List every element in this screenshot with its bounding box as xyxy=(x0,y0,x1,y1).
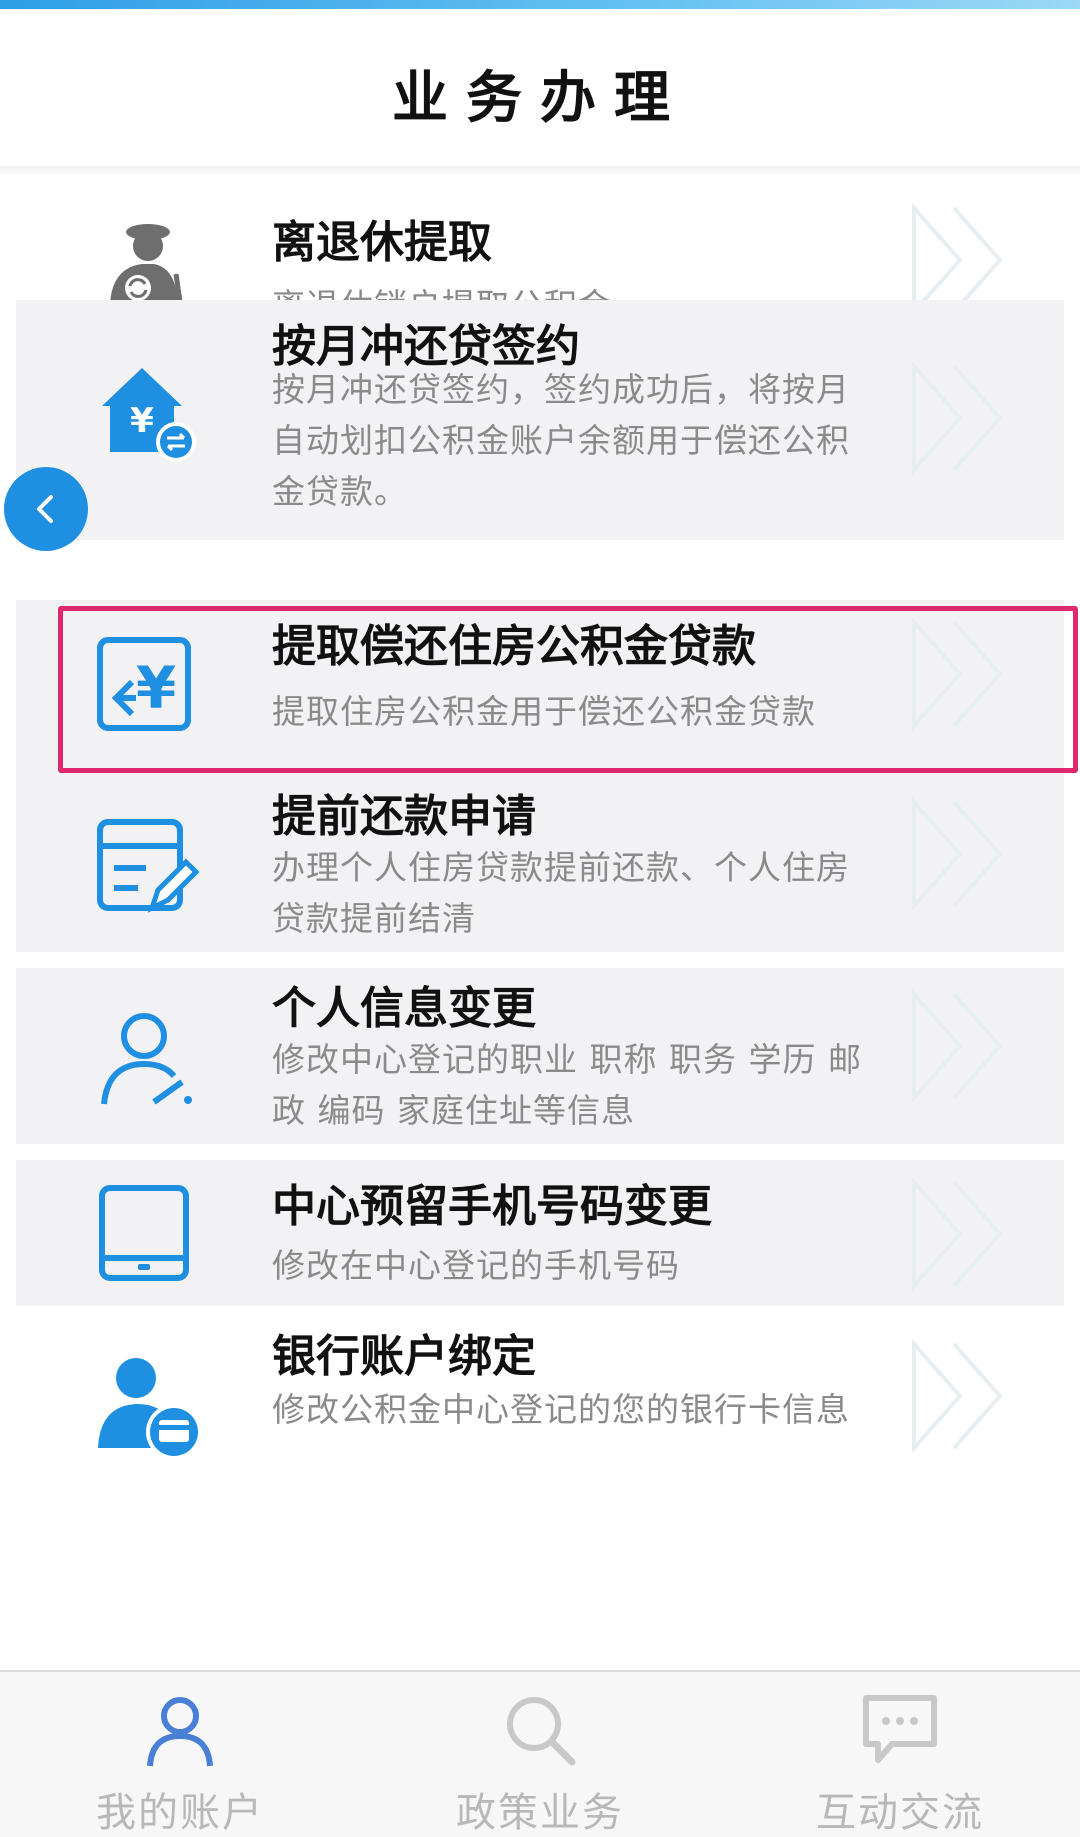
service-item-early-repayment[interactable]: 提前还款申请 办理个人住房贷款提前还款、个人住房贷款提前结清 xyxy=(0,776,1080,952)
service-item-phone-change[interactable]: 中心预留手机号码变更 修改在中心登记的手机号码 xyxy=(0,1160,1080,1306)
chat-icon xyxy=(860,1690,940,1770)
form-pencil-icon xyxy=(92,812,202,922)
svg-text:¥: ¥ xyxy=(130,401,154,441)
yuan-return-icon: ¥ xyxy=(92,630,202,740)
service-title: 提取偿还住房公积金贷款 xyxy=(272,621,756,672)
header: 业务办理 xyxy=(0,9,1080,169)
service-item-bank-account-binding[interactable]: 银行账户绑定 修改公积金中心登记的您的银行卡信息 xyxy=(0,1306,1080,1482)
tab-label: 我的账户 xyxy=(96,1790,264,1836)
service-title: 银行账户绑定 xyxy=(272,1331,536,1382)
app-screen: 业务办理 离退休提取 离退休销户提取公积金 xyxy=(0,0,1080,1837)
service-description: 修改公积金中心登记的您的银行卡信息 xyxy=(272,1390,850,1429)
chevron-left-icon xyxy=(37,495,53,523)
user-card-icon xyxy=(92,1350,202,1460)
top-accent-stripe xyxy=(0,0,1080,9)
service-title: 中心预留手机号码变更 xyxy=(272,1181,712,1232)
user-icon xyxy=(140,1690,220,1770)
service-title: 个人信息变更 xyxy=(272,983,536,1034)
service-title: 提前还款申请 xyxy=(272,791,536,842)
svg-text:¥: ¥ xyxy=(136,654,176,722)
service-description: 修改中心登记的职业 职称 职务 学历 邮政 编码 家庭住址等信息 xyxy=(272,1040,862,1130)
service-description: 修改在中心登记的手机号码 xyxy=(272,1246,680,1285)
chevron-right-icon xyxy=(906,1336,1016,1456)
chevron-right-icon xyxy=(906,614,1016,734)
header-divider xyxy=(0,166,1080,174)
tab-policy-business[interactable]: 政策业务 xyxy=(360,1672,720,1837)
search-icon xyxy=(500,1690,580,1770)
tab-my-account[interactable]: 我的账户 xyxy=(0,1672,360,1837)
bottom-tab-bar: 我的账户 政策业务 互动交流 xyxy=(0,1670,1080,1837)
back-button[interactable] xyxy=(4,467,88,551)
service-description: 提取住房公积金用于偿还公积金贷款 xyxy=(272,692,816,731)
service-item-retirement-withdrawal[interactable]: 离退休提取 离退休销户提取公积金 xyxy=(0,174,1080,325)
chevron-right-icon xyxy=(906,1174,1016,1294)
service-item-withdraw-repay-loan[interactable]: ¥ 提取偿还住房公积金贷款 提取住房公积金用于偿还公积金贷款 xyxy=(0,600,1080,776)
service-item-personal-info-change[interactable]: 个人信息变更 修改中心登记的职业 职称 职务 学历 邮政 编码 家庭住址等信息 xyxy=(0,968,1080,1144)
service-item-monthly-repayment[interactable]: ¥ 按月冲还贷签约 按月冲还贷签约，签约成功后，将按月自动划扣公积金账户余额用于… xyxy=(0,300,1080,540)
service-description: 办理个人住房贷款提前还款、个人住房贷款提前结清 xyxy=(272,848,850,938)
chevron-right-icon xyxy=(906,794,1016,914)
tab-label: 互动交流 xyxy=(816,1790,984,1836)
service-description: 按月冲还贷签约，签约成功后，将按月自动划扣公积金账户余额用于偿还公积金贷款。 xyxy=(272,370,850,511)
page-title: 业务办理 xyxy=(392,66,688,131)
chevron-right-icon xyxy=(906,358,1016,478)
service-title: 离退休提取 xyxy=(272,217,492,268)
tablet-icon xyxy=(92,1178,202,1288)
chevron-right-icon xyxy=(906,986,1016,1106)
house-yuan-icon: ¥ xyxy=(92,360,202,470)
tab-interaction[interactable]: 互动交流 xyxy=(720,1672,1080,1837)
user-edit-icon xyxy=(92,1004,202,1114)
tab-label: 政策业务 xyxy=(456,1790,624,1836)
